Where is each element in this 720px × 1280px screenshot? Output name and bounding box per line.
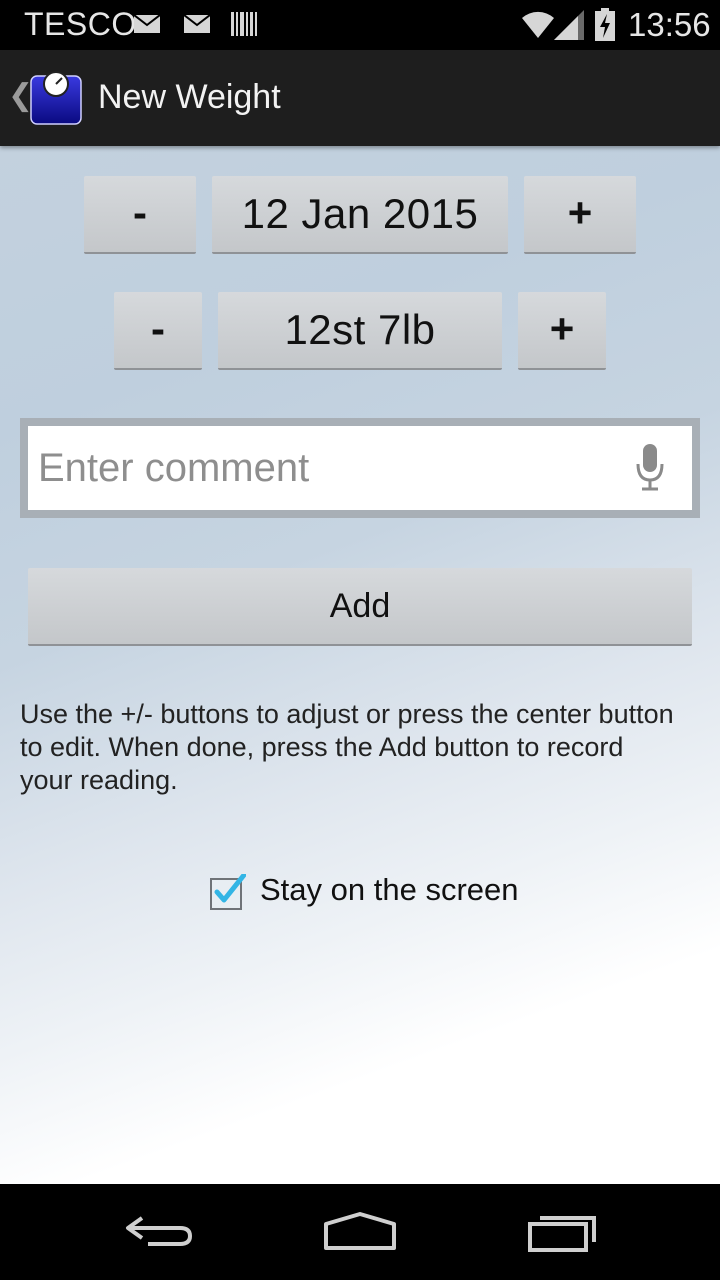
clock: 13:56: [628, 6, 711, 43]
navigation-bar: [0, 1184, 720, 1280]
comment-field: [20, 418, 700, 518]
weight-decrement-button[interactable]: -: [114, 292, 202, 370]
date-increment-button[interactable]: +: [524, 176, 636, 254]
date-decrement-button[interactable]: -: [84, 176, 196, 254]
comment-field-inner: [28, 426, 692, 510]
mail-icon: [184, 15, 210, 33]
battery-charging-icon: [594, 8, 616, 47]
microphone-icon[interactable]: [634, 442, 666, 494]
barcode-icon: [230, 10, 258, 38]
date-value-button[interactable]: 12 Jan 2015: [212, 176, 508, 254]
recent-apps-icon[interactable]: [526, 1208, 600, 1261]
status-bar: TESCO 13:56: [0, 0, 720, 50]
content-area: - 12 Jan 2015 + - 12st 7lb + Add Use the…: [0, 146, 720, 1184]
weight-value-button[interactable]: 12st 7lb: [218, 292, 502, 370]
carrier-name: TESCO: [24, 6, 137, 42]
home-icon[interactable]: [322, 1208, 398, 1261]
help-text: Use the +/- buttons to adjust or press t…: [20, 699, 674, 795]
back-icon[interactable]: [122, 1208, 196, 1261]
mail-icon: [134, 15, 160, 33]
signal-icon: [552, 8, 586, 47]
action-bar: ❮ New Weight: [0, 50, 720, 146]
scale-icon[interactable]: [28, 70, 84, 126]
stay-on-screen-label[interactable]: Stay on the screen: [260, 872, 519, 908]
add-button[interactable]: Add: [28, 568, 692, 646]
wifi-icon: [520, 8, 556, 45]
stay-on-screen-checkbox[interactable]: [210, 872, 247, 910]
page-title: New Weight: [98, 78, 281, 116]
weight-increment-button[interactable]: +: [518, 292, 606, 370]
comment-input[interactable]: [38, 426, 618, 510]
